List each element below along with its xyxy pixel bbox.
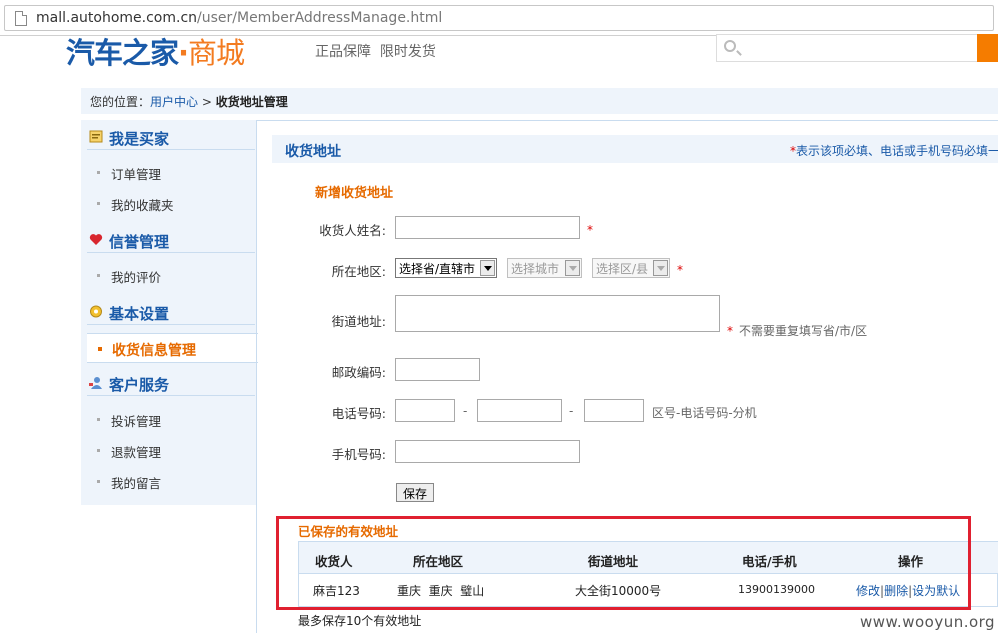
sidebar-section-credit: 信誉管理: [87, 225, 255, 253]
street-label: 街道地址:: [331, 314, 386, 329]
region-required-mark: *: [677, 263, 683, 277]
street-textarea[interactable]: [395, 295, 720, 332]
required-note: *表示该项必填、电话或手机号码必填一: [790, 144, 998, 158]
breadcrumb-current: 收货地址管理: [215, 95, 288, 109]
breadcrumb: 您的位置：用户中心 > 收货地址管理: [81, 88, 998, 114]
street-hint: 不需要重复填写省/市/区: [739, 324, 868, 338]
sidebar-item-orders[interactable]: 订单管理: [95, 164, 161, 183]
name-input[interactable]: [395, 216, 580, 239]
chevron-down-icon: [653, 260, 668, 276]
sidebar-section-settings: 基本设置: [87, 297, 255, 325]
province-select[interactable]: 选择省/直辖市: [395, 258, 497, 278]
name-label: 收货人姓名:: [319, 223, 386, 238]
search-icon: [724, 40, 736, 52]
phone-dash: -: [569, 404, 574, 418]
phone-number-input[interactable]: [477, 399, 562, 422]
street-required-mark: *: [727, 324, 733, 338]
phone-dash: -: [463, 404, 468, 418]
address-field[interactable]: mall.autohome.com.cn/user/MemberAddressM…: [4, 5, 994, 31]
sidebar-item-reviews[interactable]: 我的评价: [95, 267, 161, 286]
sidebar-item-favorites[interactable]: 我的收藏夹: [95, 195, 174, 214]
sidebar-section-service: 客户服务: [87, 368, 255, 396]
site-logo[interactable]: 汽车之家·商城: [66, 30, 245, 72]
highlight-box: [276, 516, 971, 610]
sidebar-item-messages[interactable]: 我的留言: [95, 473, 161, 492]
district-select[interactable]: 选择区/县: [592, 258, 670, 278]
sidebar-section-buyer: 我是买家: [87, 122, 255, 150]
sidebar: 我是买家 订单管理 我的收藏夹 信誉管理 我的评价 基本设置 客户服务 投诉管理…: [81, 120, 257, 505]
site-slogan: 正品保障 限时发货: [315, 44, 436, 60]
breadcrumb-link-user-center[interactable]: 用户中心: [150, 95, 198, 109]
breadcrumb-prefix: 您的位置：: [90, 95, 151, 109]
page-icon: [15, 11, 27, 26]
new-address-title: 新增收货地址: [315, 186, 394, 201]
search-button[interactable]: [977, 34, 998, 62]
url-text[interactable]: mall.autohome.com.cn/user/MemberAddressM…: [36, 10, 442, 26]
phone-extension-input[interactable]: [584, 399, 644, 422]
phone-hint: 区号-电话号码-分机: [652, 406, 757, 420]
zip-label: 邮政编码:: [331, 365, 386, 380]
sidebar-item-complaints[interactable]: 投诉管理: [95, 411, 161, 430]
chevron-down-icon: [480, 260, 495, 276]
region-label: 所在地区:: [331, 264, 386, 279]
clipboard-icon: [89, 130, 103, 143]
sidebar-item-refunds[interactable]: 退款管理: [95, 442, 161, 461]
phone-label: 电话号码:: [331, 406, 386, 421]
search-input[interactable]: [716, 34, 978, 62]
zip-input[interactable]: [395, 358, 480, 381]
phone-area-code-input[interactable]: [395, 399, 455, 422]
watermark: www.wooyun.org: [860, 613, 996, 631]
page-title: 收货地址: [285, 144, 341, 160]
sidebar-item-shipping-info[interactable]: 收货信息管理: [87, 333, 258, 363]
user-service-icon: [89, 377, 102, 389]
city-select[interactable]: 选择城市: [507, 258, 582, 278]
breadcrumb-separator: >: [201, 95, 212, 109]
save-button[interactable]: 保存: [396, 483, 434, 502]
heart-icon: [89, 234, 103, 245]
mobile-input[interactable]: [395, 440, 580, 463]
name-required-mark: *: [587, 223, 593, 237]
gear-icon: [90, 305, 102, 318]
chevron-down-icon: [565, 260, 580, 276]
mobile-label: 手机号码:: [331, 447, 386, 462]
max-addresses-note: 最多保存10个有效地址: [298, 614, 422, 628]
